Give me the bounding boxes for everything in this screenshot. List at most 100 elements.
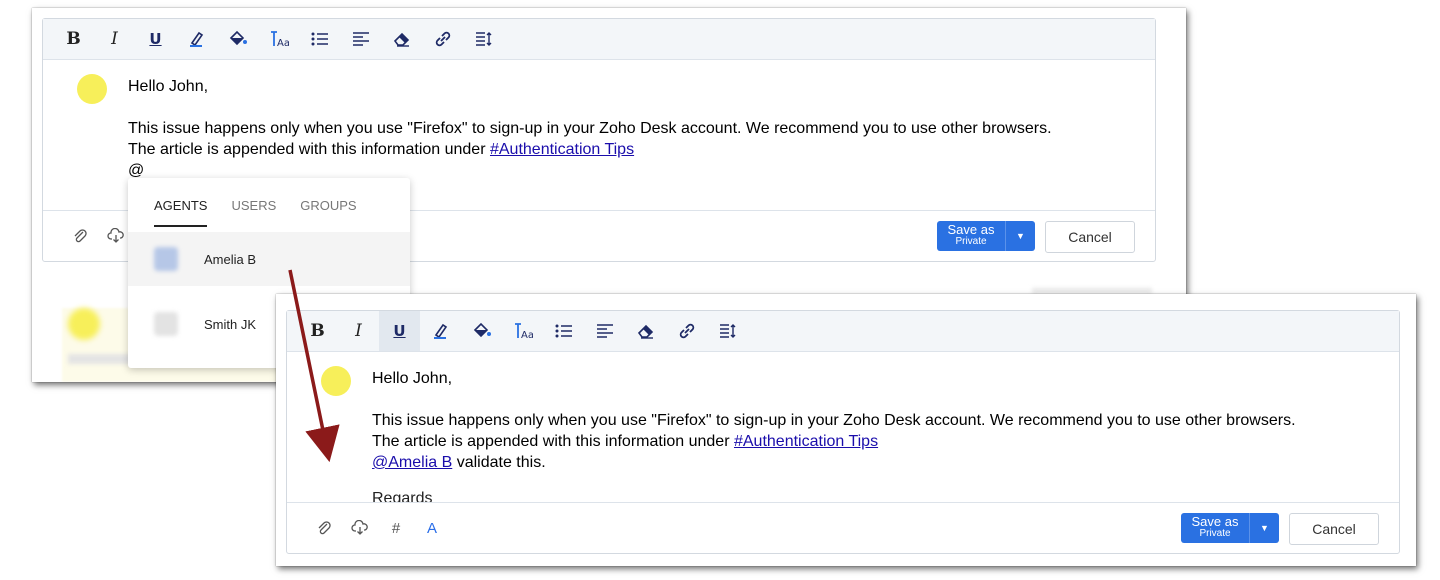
- save-as-private-button[interactable]: Save as Private ▼: [937, 221, 1035, 251]
- font-size-button[interactable]: Aa: [258, 19, 299, 59]
- cancel-button[interactable]: Cancel: [1289, 513, 1379, 545]
- line-height-button[interactable]: [707, 311, 748, 351]
- text-color-icon: [433, 323, 447, 339]
- tab-agents[interactable]: AGENTS: [154, 198, 208, 227]
- text-color-button[interactable]: [420, 311, 461, 351]
- align-left-icon: [352, 32, 369, 46]
- format-toolbar: B I U Aa: [287, 311, 1399, 352]
- align-left-icon: [596, 324, 613, 338]
- line2-prefix: The article is appended with this inform…: [128, 141, 490, 158]
- blurred-avatar: [68, 308, 100, 340]
- font-icon[interactable]: A: [421, 517, 443, 539]
- avatar: [77, 74, 107, 104]
- editor-footer: # A Save as Private ▼ Cancel: [287, 502, 1399, 553]
- greeting: Hello John,: [128, 78, 209, 95]
- tab-groups[interactable]: GROUPS: [300, 198, 356, 213]
- link-button[interactable]: [666, 311, 707, 351]
- svg-text:Aa: Aa: [277, 38, 289, 48]
- bullet-list-icon: [311, 32, 328, 46]
- line-height-button[interactable]: [463, 19, 504, 59]
- text-color-icon: [189, 31, 203, 47]
- cloud-download-icon[interactable]: [105, 225, 127, 247]
- font-size-icon: Aa: [514, 323, 533, 340]
- regards-text: Regards: [372, 490, 433, 502]
- save-main[interactable]: Save as Private: [1181, 513, 1249, 543]
- avatar: [154, 247, 178, 271]
- line2-prefix: The article is appended with this inform…: [372, 433, 734, 450]
- message-line-1: This issue happens only when you use "Fi…: [372, 412, 1296, 429]
- bold-label: B: [310, 321, 325, 341]
- align-left-button[interactable]: [340, 19, 381, 59]
- eraser-icon: [393, 32, 409, 47]
- cloud-download-icon[interactable]: [349, 517, 371, 539]
- hashtag-link[interactable]: #Authentication Tips: [734, 433, 878, 450]
- tab-users[interactable]: USERS: [231, 198, 276, 213]
- underline-button[interactable]: U: [135, 19, 176, 59]
- cancel-button[interactable]: Cancel: [1045, 221, 1135, 253]
- bold-button[interactable]: B: [297, 311, 338, 351]
- save-as-private-button[interactable]: Save as Private ▼: [1181, 513, 1279, 543]
- fill-color-button[interactable]: [461, 311, 502, 351]
- text-color-button[interactable]: [176, 19, 217, 59]
- bullet-list-button[interactable]: [543, 311, 584, 351]
- font-size-button[interactable]: Aa: [502, 311, 543, 351]
- fill-color-icon: [473, 322, 491, 338]
- italic-button[interactable]: I: [94, 19, 135, 59]
- italic-button[interactable]: I: [338, 311, 379, 351]
- save-sublabel: Private: [1199, 528, 1231, 539]
- greeting: Hello John,: [372, 370, 453, 387]
- format-toolbar: B I U Aa: [43, 19, 1155, 60]
- message-body: Hello John, This issue happens only when…: [128, 76, 1052, 181]
- underline-label: U: [393, 322, 406, 340]
- hashtag-link[interactable]: #Authentication Tips: [490, 141, 634, 158]
- message-line-2: The article is appended with this inform…: [372, 431, 1296, 452]
- editor-content[interactable]: Hello John, This issue happens only when…: [287, 352, 1399, 502]
- italic-label: I: [355, 321, 362, 341]
- footer-icons: [69, 225, 127, 247]
- bold-label: B: [66, 29, 81, 49]
- eraser-button[interactable]: [381, 19, 422, 59]
- agent-item-amelia[interactable]: Amelia B: [128, 232, 410, 286]
- message-line-2: The article is appended with this inform…: [128, 139, 1052, 160]
- bullet-list-icon: [555, 324, 572, 338]
- italic-label: I: [111, 29, 118, 49]
- bold-button[interactable]: B: [53, 19, 94, 59]
- save-main[interactable]: Save as Private: [937, 221, 1005, 251]
- underline-label: U: [149, 30, 162, 48]
- avatar: [154, 312, 178, 336]
- link-button[interactable]: [422, 19, 463, 59]
- eraser-button[interactable]: [625, 311, 666, 351]
- agent-name: Amelia B: [204, 251, 257, 267]
- message-body: Hello John, This issue happens only when…: [372, 368, 1296, 473]
- align-left-button[interactable]: [584, 311, 625, 351]
- mention-link[interactable]: @Amelia B: [372, 454, 452, 471]
- fill-color-button[interactable]: [217, 19, 258, 59]
- font-size-icon: Aa: [270, 31, 289, 48]
- link-icon: [679, 323, 694, 339]
- mention-tabs: AGENTS USERS GROUPS: [128, 178, 410, 232]
- footer-icons: # A: [313, 517, 443, 539]
- agent-name: Smith JK: [204, 316, 257, 332]
- underline-button[interactable]: U: [379, 311, 420, 351]
- svg-text:Aa: Aa: [521, 330, 533, 340]
- mention-line: @Amelia B validate this.: [372, 452, 1296, 473]
- chevron-down-icon[interactable]: ▼: [1249, 513, 1279, 543]
- save-label: Save as: [947, 222, 995, 237]
- link-icon: [435, 31, 450, 47]
- mention-suffix: validate this.: [452, 454, 546, 471]
- line-height-icon: [475, 32, 491, 46]
- avatar: [321, 366, 351, 396]
- attachment-icon[interactable]: [69, 225, 91, 247]
- hashtag-icon[interactable]: #: [385, 517, 407, 539]
- save-label: Save as: [1191, 514, 1239, 529]
- line-height-icon: [719, 324, 735, 338]
- screenshot-after: B I U Aa Hello John, This issue happens …: [276, 294, 1416, 566]
- eraser-icon: [637, 324, 653, 339]
- message-line-1: This issue happens only when you use "Fi…: [128, 120, 1052, 137]
- attachment-icon[interactable]: [313, 517, 335, 539]
- fill-color-icon: [229, 30, 247, 46]
- reply-editor: B I U Aa Hello John, This issue happens …: [286, 310, 1400, 554]
- save-sublabel: Private: [955, 236, 987, 247]
- chevron-down-icon[interactable]: ▼: [1005, 221, 1035, 251]
- bullet-list-button[interactable]: [299, 19, 340, 59]
